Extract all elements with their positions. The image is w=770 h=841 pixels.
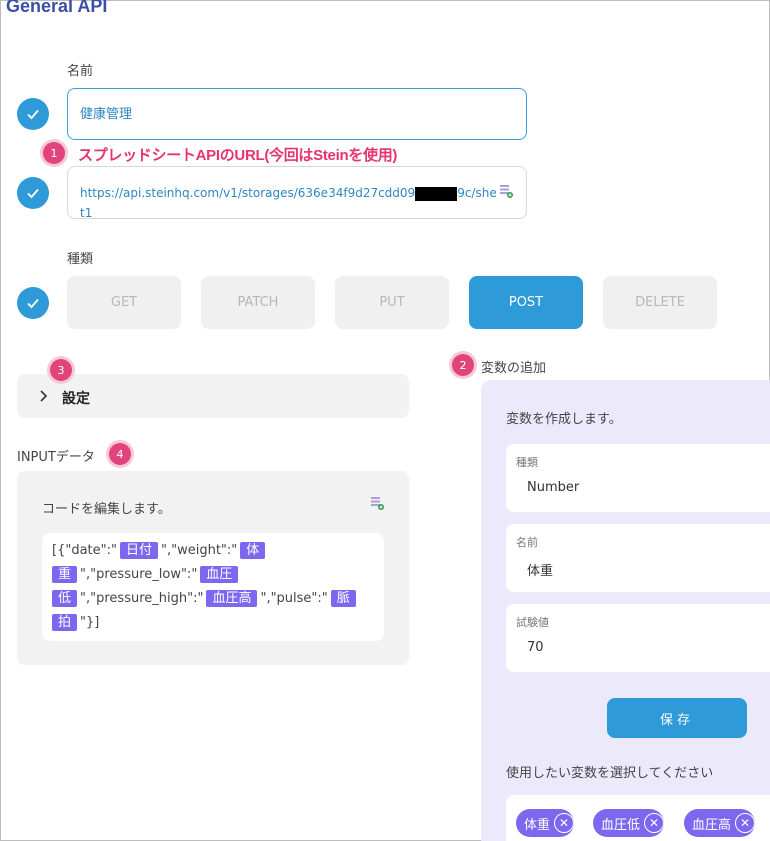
- variable-chip-label: 体重: [524, 817, 551, 833]
- method-get-button[interactable]: GET: [67, 276, 181, 329]
- remove-icon[interactable]: ✕: [554, 813, 575, 833]
- redaction-block: [415, 186, 458, 201]
- insert-variable-icon[interactable]: [498, 183, 514, 199]
- variable-type-value: Number: [527, 480, 580, 495]
- variables-select-hint: 使用したい変数を選択してください: [506, 766, 714, 781]
- variables-title: 変数の追加: [481, 361, 547, 376]
- code-editor[interactable]: [{"date":" 日付 ","weight":" 体 重 ","pressure_l…: [42, 533, 384, 641]
- variable-tag-pulse: 脈: [330, 590, 356, 607]
- variable-tag-date: 日付: [119, 542, 158, 559]
- variable-tag-pressure-low-cont: 低: [52, 590, 78, 607]
- variable-test-value: 70: [527, 640, 544, 655]
- code-text: ","pulse":": [260, 591, 328, 606]
- remove-icon[interactable]: ✕: [644, 813, 665, 833]
- code-hint: コードを編集します。: [42, 502, 171, 517]
- input-data-label: INPUTデータ: [17, 450, 95, 465]
- annotation-text-1: スプレッドシートAPIのURL(今回はSteinを使用): [78, 147, 398, 164]
- save-button[interactable]: 保存: [607, 698, 747, 738]
- variable-type-label: 種類: [516, 456, 538, 469]
- url-text-start: https://api.steinhq.com/v1/storages/636e…: [80, 186, 416, 200]
- method-delete-button[interactable]: DELETE: [603, 276, 717, 329]
- type-label: 種類: [67, 252, 94, 267]
- url-text-wrap: t1: [80, 206, 93, 220]
- code-text: ","weight":": [161, 543, 238, 558]
- variable-chip-label: 血圧低: [601, 817, 641, 833]
- url-text-tail: 9c/she: [457, 186, 497, 200]
- variable-name-label: 名前: [516, 536, 538, 549]
- annotation-badge-1: 1: [43, 142, 65, 164]
- variable-chip-label: 血圧高: [692, 817, 732, 833]
- code-text: [{"date":": [52, 543, 117, 558]
- name-input[interactable]: 健康管理: [67, 88, 527, 140]
- url-check-icon: [17, 177, 49, 209]
- variable-test-value-field[interactable]: 試験値 70: [506, 604, 770, 672]
- chevron-right-icon: [38, 388, 50, 402]
- annotation-badge-4: 4: [109, 443, 131, 465]
- annotation-badge-2: 2: [452, 354, 474, 376]
- variable-name-field[interactable]: 名前 体重: [506, 524, 770, 592]
- variable-tag-weight-cont: 重: [52, 566, 78, 583]
- variable-name-value: 体重: [527, 564, 554, 579]
- variables-create-hint: 変数を作成します。: [506, 412, 622, 427]
- name-check-icon: [17, 98, 49, 130]
- url-input[interactable]: https://api.steinhq.com/v1/storages/636e…: [67, 166, 527, 220]
- type-check-icon: [17, 287, 49, 319]
- variable-chip[interactable]: 血圧高 ✕: [684, 809, 756, 837]
- code-text: ","pressure_low":": [80, 567, 198, 582]
- variable-chip[interactable]: 血圧低 ✕: [593, 809, 665, 837]
- method-post-button[interactable]: POST: [469, 276, 583, 329]
- variable-tag-pressure-low: 血圧: [200, 566, 239, 583]
- app-title: General API: [6, 0, 108, 16]
- variable-test-label: 試験値: [516, 616, 549, 629]
- code-text: "}]: [80, 615, 100, 630]
- variable-type-field[interactable]: 種類 Number: [506, 444, 770, 512]
- annotation-badge-3: 3: [50, 359, 72, 381]
- name-label: 名前: [67, 64, 94, 79]
- insert-variable-icon[interactable]: [369, 495, 385, 511]
- variable-tag-pressure-high: 血圧高: [206, 590, 258, 607]
- settings-label: 設定: [62, 391, 90, 407]
- method-put-button[interactable]: PUT: [335, 276, 449, 329]
- remove-icon[interactable]: ✕: [735, 813, 756, 833]
- variable-chip[interactable]: 体重 ✕: [516, 809, 575, 837]
- method-patch-button[interactable]: PATCH: [201, 276, 315, 329]
- code-text: ","pressure_high":": [80, 591, 204, 606]
- variable-tag-weight: 体: [240, 542, 266, 559]
- variable-tag-pulse-cont: 拍: [52, 614, 78, 631]
